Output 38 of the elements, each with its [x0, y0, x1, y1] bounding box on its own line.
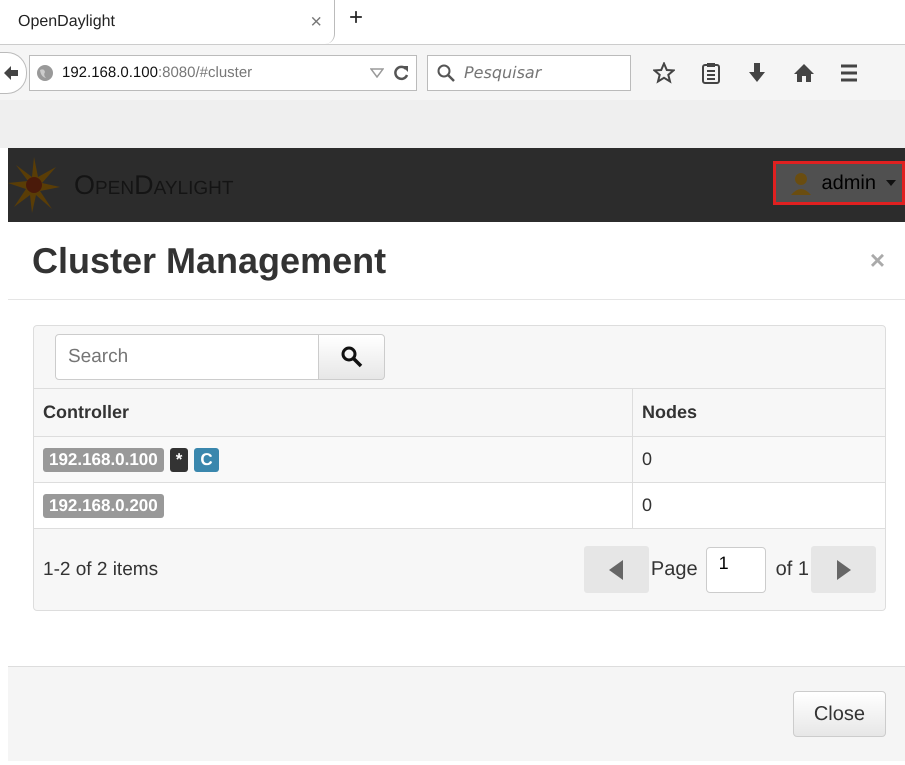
home-icon[interactable] [793, 62, 815, 84]
next-page-button[interactable] [811, 546, 876, 593]
user-icon [790, 171, 812, 195]
previous-page-button[interactable] [584, 546, 649, 593]
search-field[interactable]: Pesquisar [427, 54, 631, 90]
label-badge: 192.168.0.200 [43, 494, 164, 518]
table-cell: 0 [632, 436, 885, 482]
download-icon[interactable] [747, 62, 767, 84]
page-label: Page [650, 558, 698, 581]
star-icon[interactable] [653, 62, 675, 84]
reload-icon[interactable] [392, 64, 410, 82]
page-count: of 1 [776, 558, 809, 581]
menu-icon[interactable] [841, 62, 857, 82]
right-triangle-icon [836, 560, 850, 580]
label-badge: C [194, 448, 219, 472]
globe-icon [36, 64, 54, 82]
dialog-title: Cluster Management [32, 240, 386, 282]
url-text: 192.168.0.100:8080/#cluster [62, 64, 254, 81]
page-number-field[interactable]: 1 [706, 546, 766, 592]
items-summary: 1-2 of 2 items [43, 558, 160, 580]
address-bar[interactable]: 192.168.0.100:8080/#cluster [29, 54, 417, 90]
search-icon [437, 64, 455, 82]
search-icon [340, 346, 362, 368]
tab-title: OpenDaylight [18, 13, 115, 31]
tab-close-icon[interactable]: × [310, 10, 322, 34]
caret-icon [886, 180, 896, 186]
label-badge: * [170, 448, 188, 472]
label-badge: 192.168.0.100 [43, 448, 164, 472]
search-button[interactable] [319, 334, 385, 380]
clipboard-icon[interactable] [701, 62, 721, 84]
search-field[interactable]: Search [55, 334, 319, 380]
left-triangle-icon [609, 560, 624, 580]
close-button[interactable]: Close [792, 691, 886, 737]
table-cell: 0 [632, 482, 885, 528]
new-tab-button[interactable]: + [349, 4, 364, 32]
back-arrow-icon [3, 64, 19, 80]
dropdown-triangle-icon[interactable] [370, 68, 384, 78]
back-button[interactable] [0, 52, 27, 94]
